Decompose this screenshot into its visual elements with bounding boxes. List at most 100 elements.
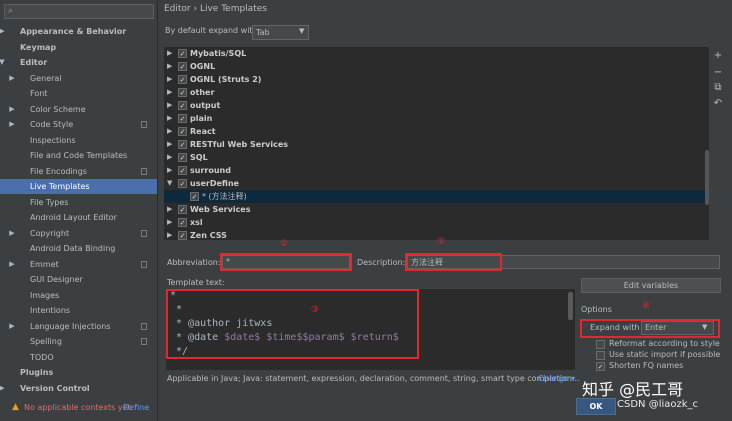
sidebar-item[interactable]: ▶ Version Control	[0, 381, 157, 396]
enabled-checkbox[interactable]: ✓	[178, 101, 187, 110]
template-group[interactable]: ▶ ✓ Web Services	[164, 203, 709, 216]
sidebar-item[interactable]: Keymap	[0, 40, 157, 55]
sidebar-item[interactable]: Font	[0, 86, 157, 101]
search-input[interactable]: ⌕	[4, 4, 154, 19]
enabled-checkbox[interactable]: ✓	[178, 49, 187, 58]
expand-arrow-icon[interactable]: ▶	[167, 216, 172, 229]
sidebar-item[interactable]: Live Templates	[0, 179, 157, 194]
expand-arrow-icon[interactable]: ▼	[0, 55, 6, 70]
sidebar-item[interactable]: ▶ General	[0, 71, 157, 86]
expand-arrow-icon[interactable]: ▶	[167, 203, 172, 216]
sidebar-item[interactable]: ▶ Emmet	[0, 257, 157, 272]
tree-scrollbar[interactable]	[705, 150, 709, 205]
template-label: RESTful Web Services	[190, 140, 289, 149]
expand-arrow-icon[interactable]: ▶	[8, 117, 16, 132]
enabled-checkbox[interactable]: ✓	[178, 140, 187, 149]
expand-arrow-icon[interactable]: ▶	[0, 24, 6, 39]
enabled-checkbox[interactable]: ✓	[178, 153, 187, 162]
sidebar-item[interactable]: Spelling	[0, 334, 157, 349]
sidebar-item[interactable]: Images	[0, 288, 157, 303]
sidebar-item-label: Android Layout Editor	[30, 213, 117, 222]
expand-arrow-icon[interactable]: ▶	[167, 164, 172, 177]
enabled-checkbox[interactable]: ✓	[178, 75, 187, 84]
sidebar-item[interactable]: Intentions	[0, 303, 157, 318]
sidebar-item-label: Live Templates	[30, 182, 90, 191]
option-checkbox[interactable]	[596, 340, 605, 349]
expand-select[interactable]: Tab ▼	[252, 25, 309, 40]
expand-arrow-icon[interactable]: ▶	[8, 102, 16, 117]
expand-arrow-icon[interactable]: ▶	[8, 319, 16, 334]
sidebar-item[interactable]: ▶ Appearance & Behavior	[0, 24, 157, 39]
template-group[interactable]: ▼ ✓ userDefine	[164, 177, 709, 190]
highlight-box-3	[166, 289, 419, 359]
enabled-checkbox[interactable]: ✓	[190, 192, 199, 201]
sidebar-item[interactable]: Android Layout Editor	[0, 210, 157, 225]
enabled-checkbox[interactable]: ✓	[178, 205, 187, 214]
enabled-checkbox[interactable]: ✓	[178, 62, 187, 71]
sidebar-item[interactable]: Android Data Binding	[0, 241, 157, 256]
enabled-checkbox[interactable]: ✓	[178, 218, 187, 227]
applicable-text: Applicable in Java; Java: statement, exp…	[167, 374, 580, 383]
sidebar-item[interactable]: ▼ Editor	[0, 55, 157, 70]
template-group[interactable]: ▶ ✓ plain	[164, 112, 709, 125]
expand-arrow-icon[interactable]: ▶	[167, 86, 172, 99]
change-link[interactable]: Change ▾	[538, 374, 575, 383]
sidebar-item[interactable]: File Encodings	[0, 164, 157, 179]
template-group[interactable]: ▶ ✓ React	[164, 125, 709, 138]
expand-arrow-icon[interactable]: ▶	[8, 71, 16, 86]
sidebar-item[interactable]: GUI Designer	[0, 272, 157, 287]
sidebar-item[interactable]: Plugins	[0, 365, 157, 380]
expand-arrow-icon[interactable]: ▶	[167, 73, 172, 86]
expand-arrow-icon[interactable]: ▶	[167, 125, 172, 138]
expand-arrow-icon[interactable]: ▶	[167, 99, 172, 112]
template-scrollbar[interactable]	[568, 292, 573, 320]
option-checkbox[interactable]: ✓	[596, 362, 605, 371]
restore-icon[interactable]: ↶	[711, 98, 725, 109]
add-icon[interactable]: +	[711, 50, 725, 61]
sidebar-item[interactable]: Inspections	[0, 133, 157, 148]
expand-arrow-icon[interactable]: ▶	[0, 381, 6, 396]
enabled-checkbox[interactable]: ✓	[178, 114, 187, 123]
template-group[interactable]: ▶ ✓ xsl	[164, 216, 709, 229]
sidebar-item[interactable]: TODO	[0, 350, 157, 365]
sidebar-item[interactable]: ▶ Copyright	[0, 226, 157, 241]
template-group[interactable]: ▶ ✓ OGNL	[164, 60, 709, 73]
sidebar-item[interactable]: ▶ Color Scheme	[0, 102, 157, 117]
enabled-checkbox[interactable]: ✓	[178, 127, 187, 136]
expand-arrow-icon[interactable]: ▶	[167, 151, 172, 164]
template-group[interactable]: ▶ ✓ OGNL (Struts 2)	[164, 73, 709, 86]
remove-icon[interactable]: −	[711, 67, 725, 78]
expand-arrow-icon[interactable]: ▶	[8, 257, 16, 272]
template-label: Web Services	[190, 205, 251, 214]
template-item[interactable]: ✓ * (方法注释)	[164, 190, 709, 203]
expand-arrow-icon[interactable]: ▶	[167, 229, 172, 240]
template-group[interactable]: ▶ ✓ SQL	[164, 151, 709, 164]
expand-arrow-icon[interactable]: ▼	[167, 177, 172, 190]
sidebar-item[interactable]: ▶ Code Style	[0, 117, 157, 132]
warning-text: No applicable contexts yet.	[24, 403, 134, 412]
sidebar-item-label: Language Injections	[30, 321, 111, 331]
expand-arrow-icon[interactable]: ▶	[167, 112, 172, 125]
enabled-checkbox[interactable]: ✓	[178, 231, 187, 240]
sidebar-item[interactable]: File and Code Templates	[0, 148, 157, 163]
expand-arrow-icon[interactable]: ▶	[167, 60, 172, 73]
template-group[interactable]: ▶ ✓ Mybatis/SQL	[164, 47, 709, 60]
template-label: SQL	[190, 153, 208, 162]
expand-arrow-icon[interactable]: ▶	[8, 226, 16, 241]
expand-arrow-icon[interactable]: ▶	[167, 138, 172, 151]
sidebar-item[interactable]: ▶ Language Injections	[0, 319, 157, 334]
option-checkbox[interactable]	[596, 351, 605, 360]
enabled-checkbox[interactable]: ✓	[178, 166, 187, 175]
copy-icon[interactable]: ⧉	[711, 82, 725, 93]
define-link[interactable]: Define	[123, 403, 149, 412]
sidebar-item[interactable]: File Types	[0, 195, 157, 210]
ok-button[interactable]: OK	[576, 398, 616, 415]
enabled-checkbox[interactable]: ✓	[178, 179, 187, 188]
template-group[interactable]: ▶ ✓ RESTful Web Services	[164, 138, 709, 151]
template-group[interactable]: ▶ ✓ other	[164, 86, 709, 99]
expand-arrow-icon[interactable]: ▶	[167, 47, 172, 60]
enabled-checkbox[interactable]: ✓	[178, 88, 187, 97]
template-group[interactable]: ▶ ✓ surround	[164, 164, 709, 177]
template-group[interactable]: ▶ ✓ output	[164, 99, 709, 112]
edit-variables-button[interactable]: Edit variables	[581, 278, 721, 293]
